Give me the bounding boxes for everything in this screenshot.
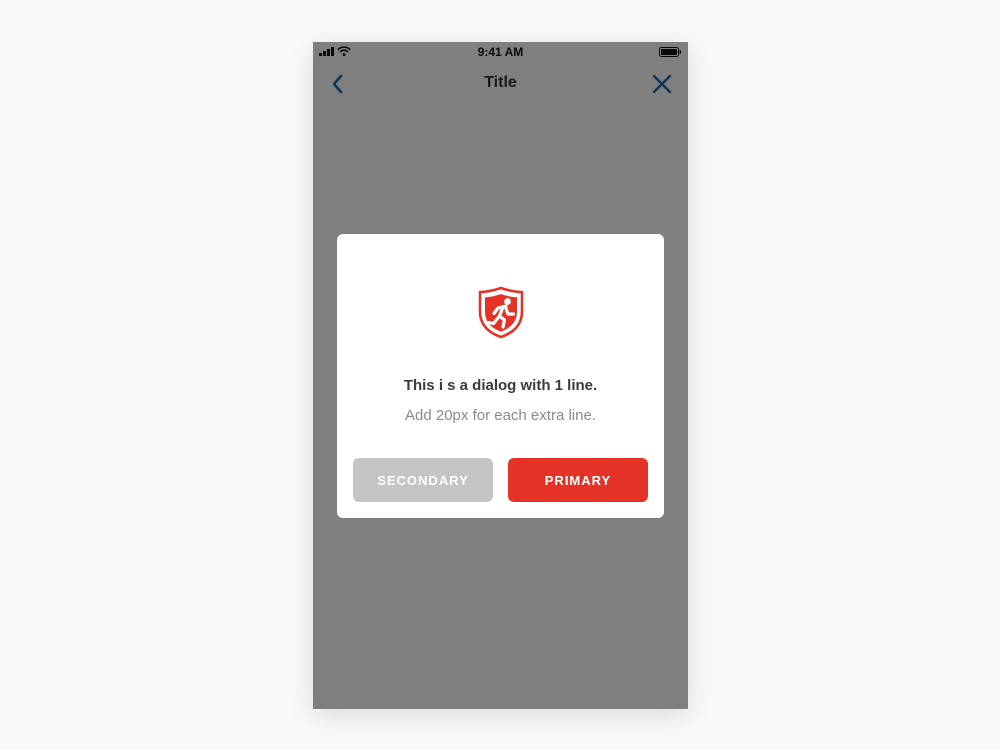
phone-screen: 9:41 AM Title This i s a dialog with 1 l… <box>313 42 688 709</box>
secondary-button[interactable]: SECONDARY <box>353 458 493 502</box>
primary-button[interactable]: PRIMARY <box>508 458 648 502</box>
dialog-subtitle: Add 20px for each extra line. <box>405 407 596 424</box>
emergency-exit-shield-icon <box>478 286 524 339</box>
dialog: This i s a dialog with 1 line. Add 20px … <box>337 234 664 518</box>
dialog-title: This i s a dialog with 1 line. <box>403 377 598 394</box>
